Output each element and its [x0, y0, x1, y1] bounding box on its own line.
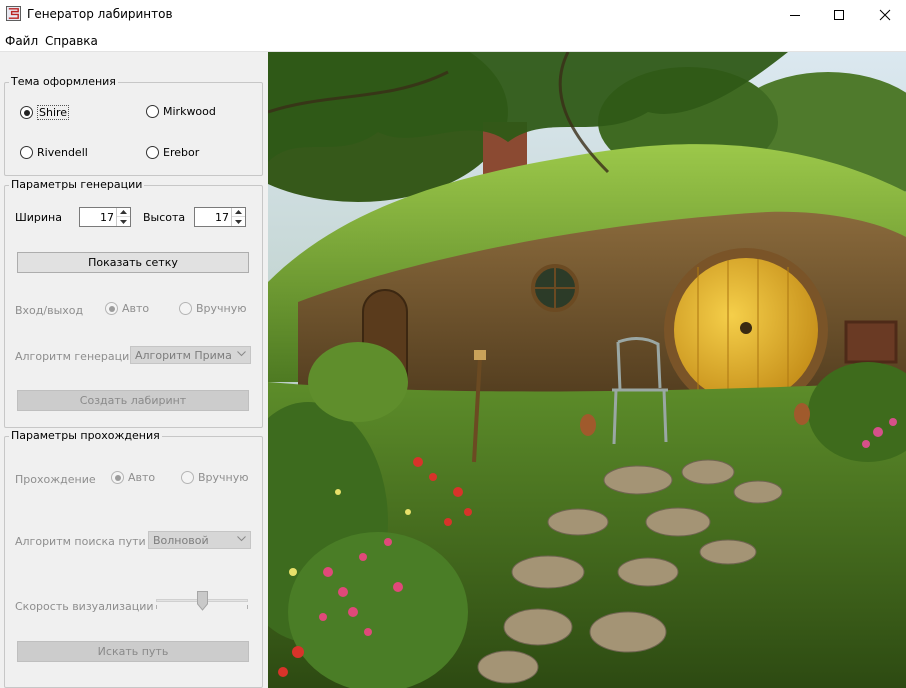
chevron-down-icon [237, 536, 246, 542]
search-algorithm-label: Алгоритм поиска пути [15, 535, 146, 548]
entry-radio-manual[interactable]: Вручную [179, 302, 247, 315]
spin-down-icon[interactable] [232, 217, 245, 226]
spin-down-icon[interactable] [117, 217, 130, 226]
radio-icon [20, 146, 33, 159]
minimize-icon [790, 15, 800, 16]
generation-legend: Параметры генерации [9, 178, 145, 191]
minimize-button[interactable] [772, 0, 818, 30]
maze-app-icon [6, 6, 21, 21]
close-button[interactable] [862, 0, 906, 30]
solving-mode-label: Прохождение [15, 473, 96, 486]
theme-radio-mirkwood[interactable]: Mirkwood [146, 105, 216, 118]
width-label: Ширина [15, 211, 62, 224]
maximize-icon [834, 10, 844, 20]
radio-selected-icon [105, 302, 118, 315]
solving-legend: Параметры прохождения [9, 429, 162, 442]
slider-thumb-icon[interactable] [196, 591, 208, 611]
solving-group: Параметры прохождения Прохождение Авто В… [4, 429, 263, 688]
height-spinner[interactable]: 17 [194, 207, 246, 227]
search-algorithm-select[interactable]: Волновой [148, 531, 251, 549]
show-grid-button[interactable]: Показать сетку [17, 252, 249, 273]
generation-group: Параметры генерации Ширина 17 Высота 17 … [4, 178, 263, 428]
entry-exit-label: Вход/выход [15, 304, 84, 317]
width-value[interactable]: 17 [100, 211, 114, 224]
theme-radio-rivendell[interactable]: Rivendell [20, 146, 88, 159]
title-bar: Генератор лабиринтов [0, 0, 906, 30]
radio-icon [181, 471, 194, 484]
algorithm-label: Алгоритм генерации [15, 350, 137, 363]
solving-radio-auto[interactable]: Авто [111, 471, 155, 484]
menu-help[interactable]: Справка [45, 34, 98, 48]
control-panel: Тема оформления Shire Mirkwood Rivendell… [0, 53, 268, 688]
menu-bar: Файл Справка [0, 30, 906, 52]
hobbit-hole-scene [268, 52, 906, 688]
radio-icon [146, 146, 159, 159]
close-icon [879, 9, 891, 21]
menu-file[interactable]: Файл [5, 34, 38, 48]
radio-icon [146, 105, 159, 118]
theme-radio-shire[interactable]: Shire [20, 105, 70, 120]
radio-selected-icon [111, 471, 124, 484]
radio-selected-icon [20, 106, 33, 119]
create-maze-button[interactable]: Создать лабиринт [17, 390, 249, 411]
solving-radio-manual[interactable]: Вручную [181, 471, 249, 484]
speed-slider[interactable] [152, 590, 252, 614]
height-label: Высота [143, 211, 186, 224]
speed-label: Скорость визуализации [15, 600, 154, 613]
theme-radio-erebor[interactable]: Erebor [146, 146, 199, 159]
radio-icon [179, 302, 192, 315]
chevron-down-icon [237, 351, 246, 357]
width-spinner[interactable]: 17 [79, 207, 131, 227]
entry-radio-auto[interactable]: Авто [105, 302, 149, 315]
window-title: Генератор лабиринтов [27, 7, 173, 21]
spin-up-icon[interactable] [232, 208, 245, 217]
maximize-button[interactable] [816, 0, 862, 30]
find-path-button[interactable]: Искать путь [17, 641, 249, 662]
height-value[interactable]: 17 [215, 211, 229, 224]
theme-image-shire [268, 52, 906, 688]
theme-legend: Тема оформления [9, 75, 118, 88]
spin-up-icon[interactable] [117, 208, 130, 217]
algorithm-select[interactable]: Алгоритм Прима [130, 346, 251, 364]
theme-group: Тема оформления Shire Mirkwood Rivendell… [4, 75, 263, 176]
